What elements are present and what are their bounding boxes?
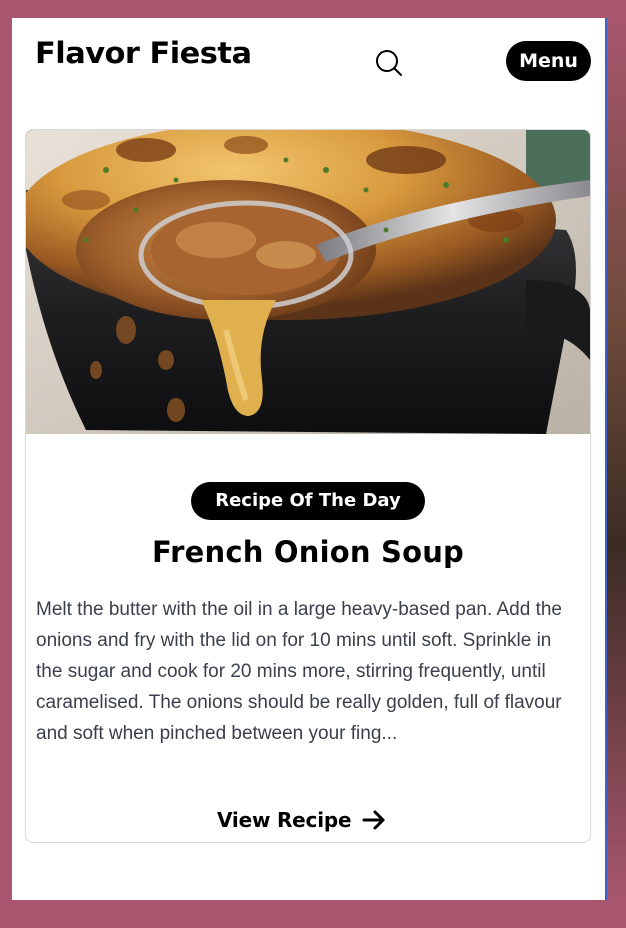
page: Flavor Fiesta Menu Recipe Of The Day Fre…: [12, 18, 605, 900]
recipe-title[interactable]: French Onion Soup: [26, 535, 590, 569]
recipe-of-the-day-badge: Recipe Of The Day: [191, 482, 425, 520]
search-icon: [376, 50, 402, 76]
view-recipe-label: View Recipe: [217, 808, 352, 832]
strip-edge: [605, 18, 607, 900]
french-onion-soup-photo: [26, 130, 590, 434]
site-header: Flavor Fiesta Menu: [12, 18, 605, 108]
recipe-description: Melt the butter with the oil in a large …: [36, 599, 562, 744]
site-logo[interactable]: Flavor Fiesta: [35, 36, 252, 70]
search-button[interactable]: [374, 48, 404, 78]
view-recipe-link[interactable]: View Recipe: [217, 802, 387, 838]
background-strip: [605, 18, 626, 900]
menu-button[interactable]: Menu: [506, 41, 591, 81]
recipe-image: [26, 130, 590, 434]
arrow-right-icon: [362, 810, 385, 830]
recipe-card: Recipe Of The Day French Onion Soup Melt…: [25, 129, 591, 843]
